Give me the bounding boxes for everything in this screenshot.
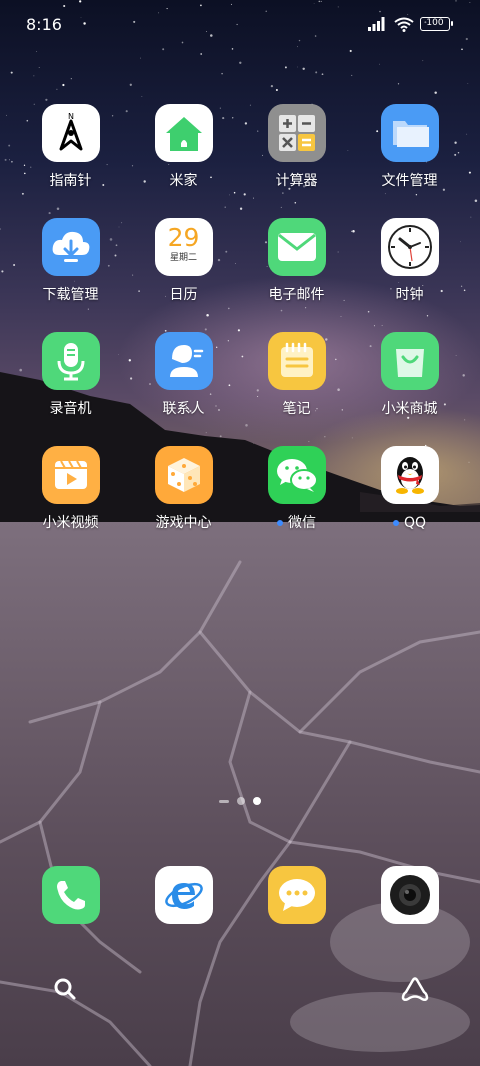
- calendar-weekday: 星期二: [169, 253, 197, 263]
- contact-icon: [154, 332, 213, 390]
- browser-icon: [154, 866, 213, 924]
- app-label: 日历: [169, 287, 198, 303]
- app-download-manager[interactable]: 下载管理: [14, 218, 127, 304]
- app-label: 电子邮件: [268, 287, 325, 303]
- messages-icon: [267, 866, 326, 924]
- app-label: 指南针: [49, 173, 92, 189]
- notification-dot: [392, 520, 399, 526]
- microphone-icon: [41, 332, 100, 390]
- app-qq[interactable]: QQ: [353, 446, 466, 532]
- camera-icon: [380, 866, 439, 924]
- wifi-icon: [394, 17, 414, 32]
- app-label: 小米视频: [42, 515, 99, 531]
- app-wechat[interactable]: 微信: [240, 446, 353, 532]
- app-label: 录音机: [49, 401, 92, 417]
- app-calendar[interactable]: 29 星期二 日历: [127, 218, 240, 304]
- page-dot: [237, 797, 245, 805]
- app-clock[interactable]: 时钟: [353, 218, 466, 304]
- home-icon: [154, 104, 213, 162]
- status-time: 8:16: [26, 14, 62, 34]
- app-grid: N 指南针 米家 计算器 文件管理 下载管理 29 星期二 日历 电子邮件 时钟…: [14, 104, 466, 532]
- page-indicator[interactable]: [0, 797, 480, 805]
- dock-messages[interactable]: [240, 866, 353, 924]
- notification-dot: [277, 520, 283, 526]
- status-icons: 100: [368, 17, 453, 32]
- dock-phone[interactable]: [14, 866, 127, 924]
- dock-camera[interactable]: [353, 866, 466, 924]
- page-indicator-home: [219, 799, 229, 803]
- app-game-center[interactable]: 游戏中心: [127, 446, 240, 532]
- app-label: 文件管理: [381, 173, 438, 189]
- app-label: 游戏中心: [155, 515, 212, 531]
- app-label: QQ: [403, 515, 427, 531]
- mail-icon: [267, 218, 326, 276]
- app-contacts[interactable]: 联系人: [127, 332, 240, 418]
- page-dot-active: [253, 797, 261, 805]
- battery-level: 100: [426, 18, 444, 28]
- wechat-icon: [267, 446, 326, 504]
- calendar-day: 29: [167, 223, 200, 252]
- app-compass[interactable]: N 指南针: [14, 104, 127, 190]
- video-play-icon: [41, 446, 100, 504]
- app-mi-video[interactable]: 小米视频: [14, 446, 127, 532]
- app-label: 下载管理: [42, 287, 99, 303]
- app-mi-store[interactable]: 小米商城: [353, 332, 466, 418]
- calendar-icon: 29 星期二: [154, 218, 213, 276]
- folder-icon: [380, 104, 439, 162]
- signal-icon: [368, 17, 385, 31]
- app-mijia[interactable]: 米家: [127, 104, 240, 190]
- search-icon[interactable]: [52, 976, 78, 1002]
- app-label: 联系人: [162, 401, 205, 417]
- app-label: 时钟: [395, 287, 424, 303]
- app-label: 笔记: [282, 401, 311, 417]
- dice-icon: [154, 446, 213, 504]
- app-label: 小米商城: [381, 401, 438, 417]
- app-calculator[interactable]: 计算器: [240, 104, 353, 190]
- download-cloud-icon: [41, 218, 100, 276]
- calculator-icon: [267, 104, 326, 162]
- battery-icon: 100: [420, 17, 453, 31]
- app-recorder[interactable]: 录音机: [14, 332, 127, 418]
- app-notes[interactable]: 笔记: [240, 332, 353, 418]
- app-email[interactable]: 电子邮件: [240, 218, 353, 304]
- app-file-manager[interactable]: 文件管理: [353, 104, 466, 190]
- app-label: 微信: [288, 515, 316, 531]
- dock-browser[interactable]: [127, 866, 240, 924]
- dock: [14, 866, 466, 924]
- clock-icon: [380, 218, 439, 276]
- notes-icon: [267, 332, 326, 390]
- phone-icon: [41, 866, 100, 924]
- assistant-icon[interactable]: [400, 976, 430, 1002]
- status-bar: 8:16 100: [0, 0, 480, 48]
- app-label: 计算器: [275, 173, 318, 189]
- app-label: 米家: [169, 173, 198, 189]
- qq-penguin-icon: [380, 446, 439, 504]
- compass-icon: N: [41, 104, 100, 162]
- bottom-bar: [0, 972, 480, 1006]
- shopping-bag-icon: [380, 332, 439, 390]
